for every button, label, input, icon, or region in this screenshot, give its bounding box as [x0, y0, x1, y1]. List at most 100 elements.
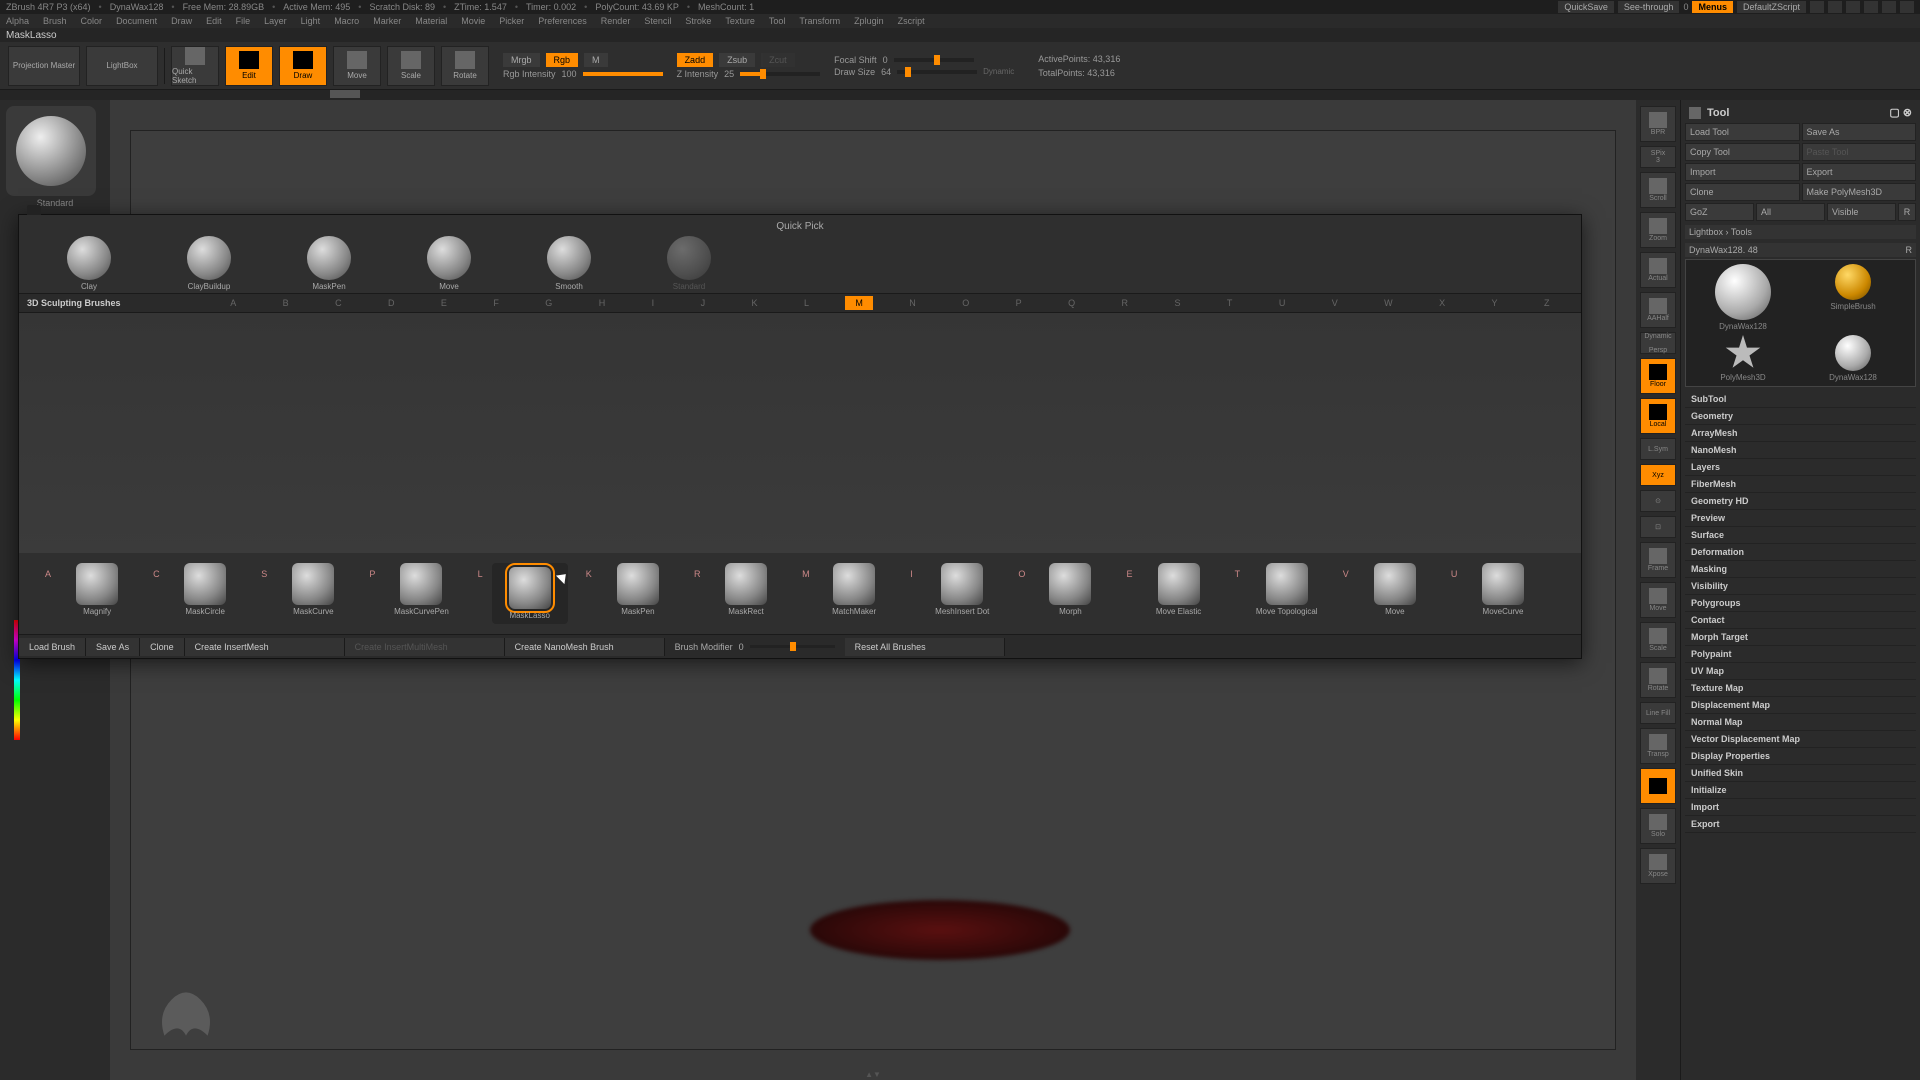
brush-move[interactable]: VMove: [1357, 563, 1433, 624]
zadd-chip[interactable]: Zadd: [677, 53, 714, 67]
paste-tool-button[interactable]: Paste Tool: [1802, 143, 1917, 161]
brush-modifier-slider[interactable]: Brush Modifier0: [665, 642, 845, 652]
z-intensity-slider[interactable]: [740, 72, 820, 76]
xyz-button[interactable]: Xyz: [1640, 464, 1676, 486]
dynamic-label[interactable]: Dynamic: [983, 67, 1014, 76]
letter-r[interactable]: R: [1112, 296, 1139, 310]
draw-button[interactable]: Draw: [279, 46, 327, 86]
section-arraymesh[interactable]: ArrayMesh: [1685, 425, 1916, 442]
mrgb-chip[interactable]: Mrgb: [503, 53, 540, 67]
section-unified-skin[interactable]: Unified Skin: [1685, 765, 1916, 782]
menu-tool[interactable]: Tool: [769, 16, 786, 26]
letter-t[interactable]: T: [1217, 296, 1243, 310]
brush-move-topological[interactable]: TMove Topological: [1249, 563, 1325, 624]
section-masking[interactable]: Masking: [1685, 561, 1916, 578]
all-button[interactable]: All: [1756, 203, 1825, 221]
close-icon[interactable]: [1900, 1, 1914, 13]
menu-alpha[interactable]: Alpha: [6, 16, 29, 26]
letter-n[interactable]: N: [899, 296, 926, 310]
letter-k[interactable]: K: [742, 296, 768, 310]
quickpick-standard[interactable]: Standard: [659, 236, 719, 291]
menu-brush[interactable]: Brush: [43, 16, 67, 26]
create-nanomesh-button[interactable]: Create NanoMesh Brush: [505, 638, 665, 656]
lsym-button[interactable]: L.Sym: [1640, 438, 1676, 460]
quickpick-claybuildup[interactable]: ClayBuildup: [179, 236, 239, 291]
bpr-button[interactable]: BPR: [1640, 106, 1676, 142]
lightbox-tools-label[interactable]: Lightbox › Tools: [1689, 227, 1752, 237]
menu-file[interactable]: File: [236, 16, 251, 26]
letter-i[interactable]: I: [642, 296, 665, 310]
save-as-button[interactable]: Save As: [1802, 123, 1917, 141]
clone-button[interactable]: Clone: [1685, 183, 1800, 201]
transp-button[interactable]: Transp: [1640, 728, 1676, 764]
brush-maskcurve[interactable]: SMaskCurve: [275, 563, 351, 624]
letter-y[interactable]: Y: [1482, 296, 1508, 310]
letter-e[interactable]: E: [431, 296, 457, 310]
letter-c[interactable]: C: [325, 296, 352, 310]
section-fibermesh[interactable]: FiberMesh: [1685, 476, 1916, 493]
ghost-button[interactable]: [1640, 768, 1676, 804]
lightbox-button[interactable]: LightBox: [86, 46, 158, 86]
minimize-icon[interactable]: [1864, 1, 1878, 13]
section-normal-map[interactable]: Normal Map: [1685, 714, 1916, 731]
import-button[interactable]: Import: [1685, 163, 1800, 181]
section-texture-map[interactable]: Texture Map: [1685, 680, 1916, 697]
edit-button[interactable]: Edit: [225, 46, 273, 86]
menu-marker[interactable]: Marker: [373, 16, 401, 26]
nav-rotate-button[interactable]: Rotate: [1640, 662, 1676, 698]
goz-button[interactable]: GoZ: [1685, 203, 1754, 221]
letter-x[interactable]: X: [1429, 296, 1455, 310]
section-preview[interactable]: Preview: [1685, 510, 1916, 527]
tool-thumb[interactable]: DynaWax128: [1800, 335, 1906, 382]
menu-draw[interactable]: Draw: [171, 16, 192, 26]
section-polypaint[interactable]: Polypaint: [1685, 646, 1916, 663]
window-icon[interactable]: [1828, 1, 1842, 13]
r-button[interactable]: R: [1898, 203, 1916, 221]
quickpick-clay[interactable]: Clay: [59, 236, 119, 291]
tool-thumb[interactable]: SimpleBrush: [1800, 264, 1906, 331]
solo-button[interactable]: Solo: [1640, 808, 1676, 844]
letter-m[interactable]: M: [845, 296, 873, 310]
xpose-button[interactable]: Xpose: [1640, 848, 1676, 884]
quick-sketch-button[interactable]: Quick Sketch: [171, 46, 219, 86]
brush-morph[interactable]: OMorph: [1032, 563, 1108, 624]
section-contact[interactable]: Contact: [1685, 612, 1916, 629]
rotate-button[interactable]: Rotate: [441, 46, 489, 86]
brush-movecurve[interactable]: UMoveCurve: [1465, 563, 1541, 624]
bottom-scroll-handle[interactable]: ▲▼: [853, 1070, 893, 1078]
menu-picker[interactable]: Picker: [499, 16, 524, 26]
zsub-chip[interactable]: Zsub: [719, 53, 755, 67]
zcut-chip[interactable]: Zcut: [761, 53, 795, 67]
section-geometry-hd[interactable]: Geometry HD: [1685, 493, 1916, 510]
section-visibility[interactable]: Visibility: [1685, 578, 1916, 595]
letter-g[interactable]: G: [535, 296, 562, 310]
menu-zplugin[interactable]: Zplugin: [854, 16, 884, 26]
brush-maskcurvepen[interactable]: PMaskCurvePen: [383, 563, 459, 624]
brush-swatch[interactable]: [6, 106, 96, 196]
m-chip[interactable]: M: [584, 53, 608, 67]
r-button-2[interactable]: R: [1906, 245, 1913, 255]
load-brush-button[interactable]: Load Brush: [19, 638, 86, 656]
brush-clone-button[interactable]: Clone: [140, 638, 185, 656]
focal-shift-slider[interactable]: [894, 58, 974, 62]
menu-document[interactable]: Document: [116, 16, 157, 26]
copy-tool-button[interactable]: Copy Tool: [1685, 143, 1800, 161]
brush-maskrect[interactable]: RMaskRect: [708, 563, 784, 624]
quickpick-smooth[interactable]: Smooth: [539, 236, 599, 291]
reset-brushes-button[interactable]: Reset All Brushes: [845, 638, 1005, 656]
quickpick-move[interactable]: Move: [419, 236, 479, 291]
scroll-button[interactable]: Scroll: [1640, 172, 1676, 208]
letter-a[interactable]: A: [220, 296, 246, 310]
letter-h[interactable]: H: [589, 296, 616, 310]
letter-p[interactable]: P: [1006, 296, 1032, 310]
section-deformation[interactable]: Deformation: [1685, 544, 1916, 561]
menu-transform[interactable]: Transform: [799, 16, 840, 26]
make-polymesh-button[interactable]: Make PolyMesh3D: [1802, 183, 1917, 201]
move-button[interactable]: Move: [333, 46, 381, 86]
aahalf-button[interactable]: AAHalf: [1640, 292, 1676, 328]
quicksave-button[interactable]: QuickSave: [1558, 1, 1614, 13]
frame-button[interactable]: Frame: [1640, 542, 1676, 578]
letter-v[interactable]: V: [1322, 296, 1348, 310]
gear-icon[interactable]: [1689, 107, 1701, 119]
section-layers[interactable]: Layers: [1685, 459, 1916, 476]
